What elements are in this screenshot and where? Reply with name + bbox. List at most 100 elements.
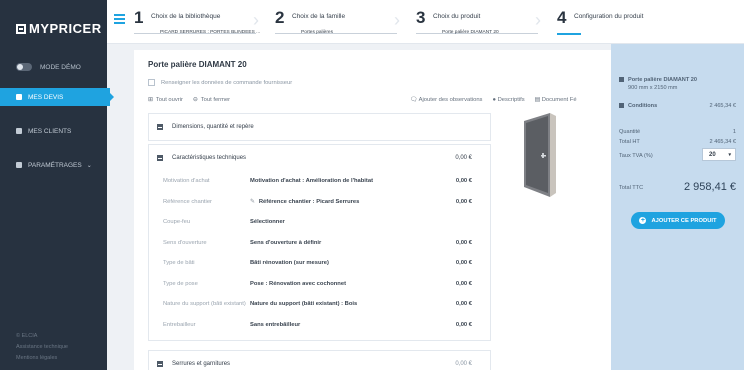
chevron-down-icon: ⌄ <box>86 162 92 169</box>
step-title: Configuration du produit <box>574 13 644 20</box>
characteristic-row[interactable]: Sens d'ouverture Sens d'ouverture à défi… <box>163 233 490 254</box>
supplier-data-checkbox-label: Renseigner les données de commande fourn… <box>161 79 293 86</box>
step-title: Choix du produit <box>433 13 481 20</box>
chevron-right-icon: › <box>394 10 400 30</box>
row-value[interactable]: Sens d'ouverture à définir <box>250 240 321 246</box>
row-value[interactable]: Bâti rénovation (sur mesure) <box>250 260 329 266</box>
section-dimensions[interactable]: Dimensions, quantité et repère <box>148 113 491 141</box>
section-price: 0,00 € <box>455 155 472 161</box>
logo[interactable]: MYPRICER <box>0 0 107 57</box>
section-serrures[interactable]: Serrures et garnitures 0,00 € <box>148 350 491 370</box>
row-label: Sens d'ouverture <box>163 239 207 246</box>
summary-dimensions: 900 mm x 2150 mm <box>628 85 678 91</box>
characteristic-row[interactable]: Motivation d'achat Motivation d'achat : … <box>163 171 490 192</box>
row-label: Nature du support (bâti existant) <box>163 301 246 308</box>
add-product-button[interactable]: + AJOUTER CE PRODUIT <box>631 212 725 229</box>
section-price: 0,00 € <box>455 361 472 367</box>
section-header[interactable]: Caractéristiques techniques 0,00 € <box>149 145 490 171</box>
row-label: Coupe-feu <box>163 219 191 226</box>
section-title: Serrures et garnitures <box>172 361 231 367</box>
row-price: 0,00 € <box>455 321 472 328</box>
row-price: 0,00 € <box>455 239 472 246</box>
pencil-icon[interactable]: ✎ <box>250 199 255 205</box>
step-number: 3 <box>416 8 426 27</box>
supplier-data-checkbox-row[interactable]: Renseigner les données de commande fourn… <box>148 79 292 86</box>
chevron-right-icon: › <box>253 10 259 30</box>
sidebar-item-parametrages[interactable]: PARAMÉTRAGES ⌄ <box>0 156 107 174</box>
expand-icon <box>157 124 163 130</box>
descriptifs-label: Descriptifs <box>497 97 525 103</box>
total-ht-label: Total HT <box>619 139 640 145</box>
tva-label: Taux TVA (%) <box>619 153 653 159</box>
sidebar-item-mes-devis[interactable]: MES DEVIS <box>0 88 114 106</box>
gear-icon <box>16 162 22 168</box>
step-number: 1 <box>134 8 144 27</box>
characteristic-row[interactable]: Type de pose Pose : Rénovation avec coch… <box>163 274 490 295</box>
add-observations-label: Ajouter des observations <box>418 97 483 103</box>
legal-link[interactable]: Mentions légales <box>16 353 68 364</box>
open-all-button[interactable]: ⊞ Tout ouvrir <box>148 97 183 103</box>
quantity-label: Quantité <box>619 129 641 135</box>
row-value[interactable]: Sans entrebâilleur <box>250 322 300 328</box>
row-label: Référence chantier <box>163 198 212 205</box>
row-value[interactable]: Nature du support (bâti existant) : Bois <box>250 301 357 307</box>
characteristic-row[interactable]: Coupe-feu Sélectionner <box>163 212 490 233</box>
hamburger-menu-icon[interactable] <box>114 14 125 26</box>
ttc-label: Total TTC <box>619 185 644 191</box>
row-label: Motivation d'achat <box>163 178 210 185</box>
summary-panel: Porte palière DIAMANT 20 900 mm x 2150 m… <box>611 44 744 370</box>
row-value-wrap[interactable]: ✎ Référence chantier : Picard Serrures <box>250 199 359 205</box>
product-image-door <box>520 113 560 197</box>
descriptifs-button[interactable]: ● Descriptifs <box>492 97 524 103</box>
row-label: Entrebailleur <box>163 321 196 328</box>
step-progress-line-active <box>557 33 581 35</box>
characteristic-row[interactable]: Référence chantier ✎ Référence chantier :… <box>163 192 490 213</box>
add-observations-button[interactable]: 🗨 Ajouter des observations <box>410 97 482 103</box>
section-caracteristiques: Caractéristiques techniques 0,00 € Motiv… <box>148 144 491 341</box>
section-header[interactable]: Dimensions, quantité et repère <box>149 114 490 140</box>
row-value[interactable]: Pose : Rénovation avec cochonnet <box>250 281 346 287</box>
total-ht-value: 2 465,34 € <box>709 139 736 145</box>
tva-select[interactable]: 20 ▾ <box>702 148 736 161</box>
summary-product: Porte palière DIAMANT 20 <box>619 77 697 83</box>
support-link[interactable]: Assistance technique <box>16 342 68 353</box>
demo-mode-toggle[interactable]: MODE DÉMO <box>0 58 107 76</box>
characteristic-row[interactable]: Nature du support (bâti existant) Nature… <box>163 294 490 315</box>
plus-icon: ⊞ <box>148 97 153 103</box>
logo-text: MYPRICER <box>29 21 102 36</box>
sidebar-item-label: MES CLIENTS <box>28 127 72 135</box>
section-header[interactable]: Serrures et garnitures 0,00 € <box>149 351 490 370</box>
summary-conditions[interactable]: Conditions <box>619 103 657 109</box>
sidebar-footer: © ELCIA Assistance technique Mentions lé… <box>16 331 68 364</box>
demo-mode-label: MODE DÉMO <box>40 63 81 71</box>
page-title: Porte palière DIAMANT 20 <box>148 60 247 69</box>
ttc-value: 2 958,41 € <box>684 181 736 193</box>
toggle-switch-icon[interactable] <box>16 63 32 71</box>
conditions-icon <box>619 103 624 109</box>
step-progress-line <box>275 33 397 34</box>
collapse-icon <box>157 155 163 161</box>
row-value: Référence chantier : Picard Serrures <box>258 198 360 205</box>
app-root: MYPRICER MODE DÉMO MES DEVIS MES CLIENTS… <box>0 0 744 370</box>
row-value[interactable]: Sélectionner <box>250 219 285 225</box>
sidebar-item-mes-clients[interactable]: MES CLIENTS <box>0 122 107 140</box>
steps-bar: 1 Choix de la bibliothèque PICARD SERRUR… <box>107 0 744 44</box>
conditions-value: 2 465,34 € <box>709 103 736 109</box>
row-price: 0,00 € <box>455 198 472 205</box>
comment-icon: 🗨 <box>410 97 419 103</box>
step-subtitle: Portes palières <box>301 30 333 35</box>
characteristic-row[interactable]: Entrebailleur Sans entrebâilleur 0,00 € <box>163 315 490 336</box>
row-price: 0,00 € <box>455 280 472 287</box>
row-value[interactable]: Motivation d'achat : Amélioration de l'h… <box>250 178 373 184</box>
plus-circle-icon: + <box>639 217 647 224</box>
step-subtitle: Porte palière DIAMANT 20 <box>442 30 499 35</box>
quantity-value: 1 <box>732 129 736 135</box>
step-number: 2 <box>275 8 285 27</box>
close-all-button[interactable]: ⊖ Tout fermer <box>193 97 230 103</box>
minus-icon: ⊖ <box>192 97 198 103</box>
document-button[interactable]: ▤ Document Fé <box>535 97 577 103</box>
supplier-data-checkbox[interactable] <box>148 79 155 86</box>
row-price: 0,00 € <box>455 301 472 308</box>
document-actions: 🗨 Ajouter des observations ● Descriptifs… <box>410 97 577 103</box>
characteristic-row[interactable]: Type de bâti Bâti rénovation (sur mesure… <box>163 253 490 274</box>
